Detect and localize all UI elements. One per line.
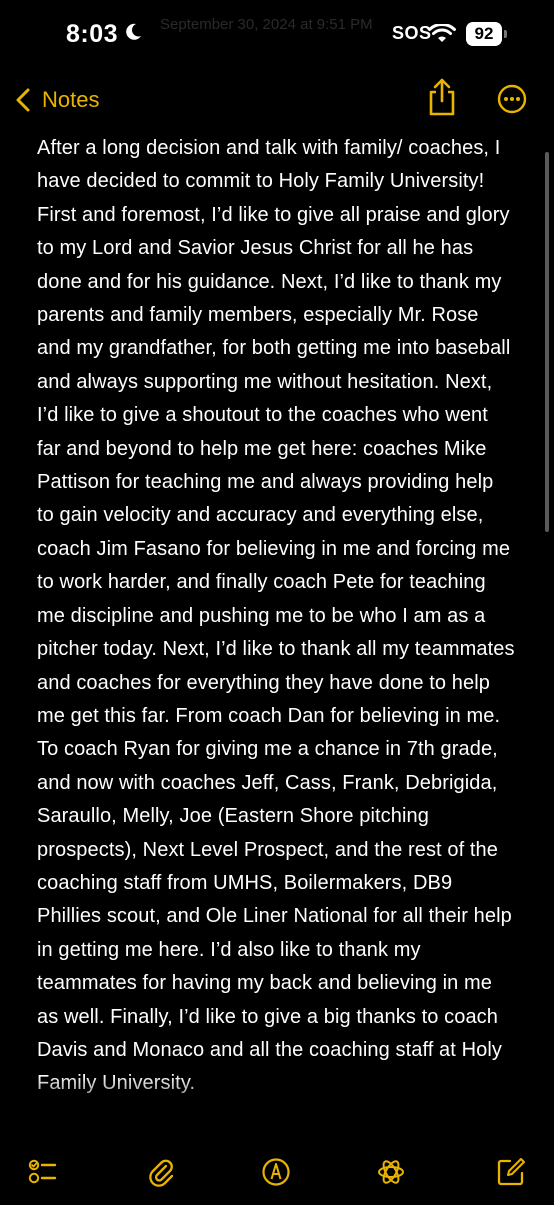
chevron-left-icon — [16, 88, 30, 112]
more-options-icon[interactable] — [497, 84, 527, 114]
battery-nub — [504, 30, 507, 38]
note-date-ghost: September 30, 2024 at 9:51 PM — [160, 16, 373, 33]
wifi-icon — [428, 24, 456, 42]
sos-label: SOS — [392, 23, 432, 43]
share-icon[interactable] — [425, 77, 459, 117]
apple-intelligence-icon[interactable] — [376, 1157, 406, 1187]
battery-indicator: 92 — [466, 22, 502, 46]
back-label: Notes — [42, 87, 100, 112]
status-time: 8:03 — [66, 20, 119, 48]
back-button[interactable]: Notes — [14, 82, 99, 118]
status-bar: 8:03 September 30, 2024 at 9:51 PM SOS 9… — [0, 0, 554, 72]
nav-bar: Notes — [0, 72, 554, 130]
bottom-toolbar — [0, 1145, 554, 1205]
paperclip-icon[interactable] — [146, 1157, 176, 1187]
compose-icon[interactable] — [496, 1157, 526, 1187]
note-body[interactable]: After a long decision and talk with fami… — [37, 132, 515, 1101]
scroll-indicator[interactable] — [545, 152, 549, 532]
markup-pen-icon[interactable] — [261, 1157, 291, 1187]
checklist-icon[interactable] — [28, 1157, 58, 1187]
moon-icon — [126, 23, 141, 40]
